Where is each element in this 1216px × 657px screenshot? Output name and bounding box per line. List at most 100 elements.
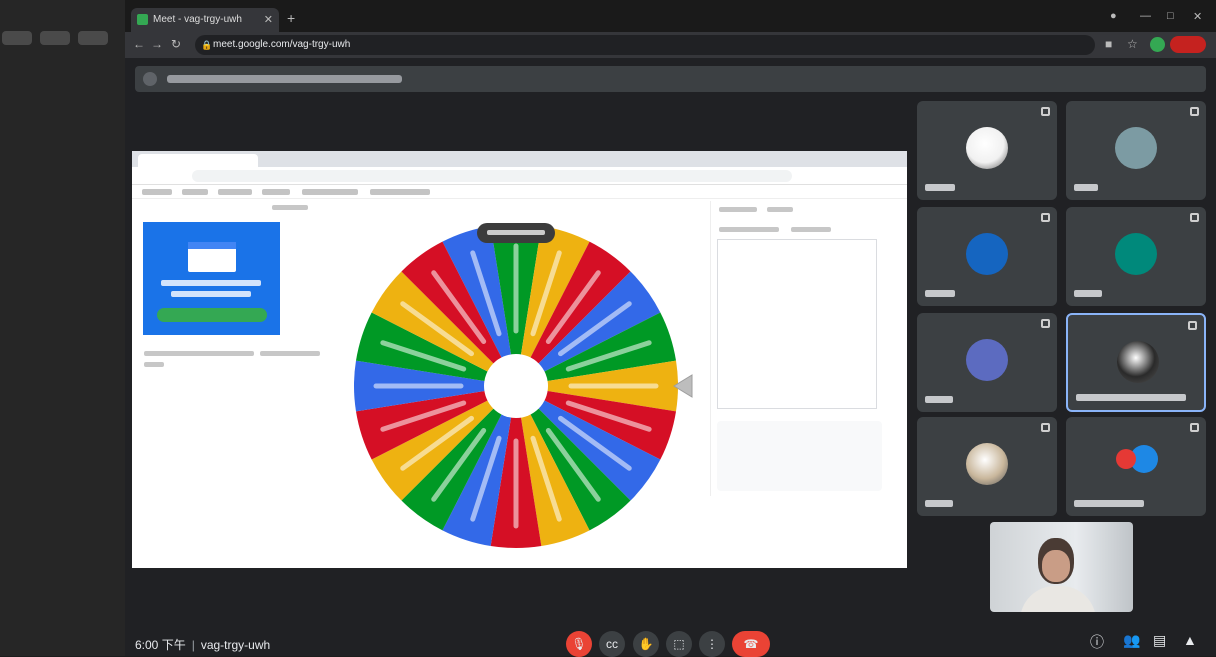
tab-title: Meet - vag-trgy-uwh: [153, 14, 242, 25]
self-face: [1042, 550, 1070, 582]
avatar: [966, 233, 1008, 275]
avatar: [1115, 127, 1157, 169]
avatar: [1117, 341, 1159, 383]
page-text-line: [144, 362, 164, 367]
avatar: [966, 443, 1008, 485]
participant-name: [1076, 394, 1186, 401]
info-icon[interactable]: ⓘ: [1090, 632, 1104, 652]
profile-avatar[interactable]: [1150, 37, 1165, 52]
side-button[interactable]: [78, 31, 108, 45]
self-view-video[interactable]: [990, 522, 1133, 612]
page-text-line: [144, 351, 254, 356]
bookmark-item: [182, 189, 208, 195]
bookmark-item: [370, 189, 430, 195]
participant-name: [1074, 184, 1098, 191]
side-button[interactable]: [2, 31, 32, 45]
participant-name: [925, 500, 953, 507]
url-field[interactable]: 🔒 meet.google.com/vag-trgy-uwh: [195, 35, 1095, 55]
tile-options-icon[interactable]: [1041, 107, 1050, 116]
wheel-menu-item: [272, 205, 308, 210]
avatar: [1115, 233, 1157, 275]
entries-panel: [710, 201, 895, 496]
sort-button[interactable]: [791, 227, 831, 232]
meeting-info: 6:00 下午 | vag-trgy-uwh: [135, 638, 271, 652]
side-button[interactable]: [40, 31, 70, 45]
activities-icon[interactable]: ▲: [1183, 632, 1197, 648]
minimize-icon[interactable]: —: [1140, 10, 1151, 22]
url-text: meet.google.com/vag-trgy-uwh: [213, 39, 351, 50]
more-options-icon[interactable]: ⋮: [699, 631, 725, 657]
raise-hand-icon[interactable]: ✋: [633, 631, 659, 657]
avatar: [1116, 449, 1136, 469]
participant-tile[interactable]: [917, 313, 1057, 412]
camera-indicator-icon[interactable]: ■: [1105, 37, 1112, 51]
maximize-icon[interactable]: □: [1167, 10, 1174, 22]
avatar: [966, 339, 1008, 381]
update-badge[interactable]: [1170, 36, 1206, 53]
address-bar-row: ← → ↻ 🔒 meet.google.com/vag-trgy-uwh ■ ☆: [125, 32, 1216, 58]
reload-icon[interactable]: ↻: [171, 37, 181, 51]
participant-name: [925, 290, 955, 297]
tile-options-icon[interactable]: [1041, 213, 1050, 222]
participant-tile[interactable]: [1066, 313, 1206, 412]
browser-tab[interactable]: Meet - vag-trgy-uwh ✕: [131, 8, 279, 32]
wheel-pointer-icon: [673, 374, 693, 398]
wheel-svg[interactable]: [351, 221, 681, 551]
present-icon[interactable]: ⬚: [666, 631, 692, 657]
new-tab-icon[interactable]: +: [287, 10, 295, 26]
participant-tile[interactable]: [1066, 101, 1206, 200]
forward-icon[interactable]: →: [151, 37, 163, 51]
bookmark-item: [262, 189, 290, 195]
back-icon[interactable]: ←: [133, 37, 145, 51]
mic-off-icon[interactable]: 🎙: [566, 631, 592, 657]
side-window: [0, 0, 125, 656]
presenter-avatar: [143, 72, 157, 86]
participant-tile[interactable]: [917, 207, 1057, 306]
tile-options-icon[interactable]: [1041, 423, 1050, 432]
current-time: 6:00 下午: [135, 638, 186, 652]
wheel-of-names[interactable]: [351, 221, 681, 551]
shared-toolbar: [132, 167, 907, 185]
participant-name: [1074, 290, 1102, 297]
ad-button: [157, 308, 267, 322]
participant-name: [1074, 500, 1144, 507]
shared-screen: [132, 151, 907, 568]
tab-search-icon[interactable]: ●: [1110, 10, 1117, 22]
entries-tab[interactable]: [719, 207, 757, 212]
entries-textarea[interactable]: [717, 239, 877, 409]
people-icon[interactable]: 👥: [1123, 632, 1140, 649]
wheel-center[interactable]: [484, 354, 548, 418]
participant-tile[interactable]: [1066, 417, 1206, 516]
tile-options-icon[interactable]: [1190, 423, 1199, 432]
close-window-icon[interactable]: ✕: [1193, 10, 1202, 23]
ad-text-line: [161, 280, 261, 286]
ad-illustration: [188, 242, 236, 272]
page-link: [260, 351, 320, 356]
tile-options-icon[interactable]: [1188, 321, 1197, 330]
tile-options-icon[interactable]: [1190, 107, 1199, 116]
participant-tile[interactable]: [917, 417, 1057, 516]
lock-icon: 🔒: [201, 40, 213, 50]
chat-icon[interactable]: ▤: [1153, 632, 1166, 649]
bookmark-item: [142, 189, 172, 195]
bookmark-star-icon[interactable]: ☆: [1127, 37, 1138, 51]
tile-options-icon[interactable]: [1041, 319, 1050, 328]
shared-bookmarks-bar: [132, 185, 907, 199]
results-tab[interactable]: [767, 207, 793, 212]
bookmark-item: [218, 189, 252, 195]
tile-options-icon[interactable]: [1190, 213, 1199, 222]
end-call-icon[interactable]: ☎: [732, 631, 770, 657]
presenting-label: [167, 75, 402, 83]
avatar: [966, 127, 1008, 169]
shared-tab-strip: [132, 151, 907, 167]
participant-tile[interactable]: [917, 101, 1057, 200]
bookmark-item: [302, 189, 358, 195]
info-box: [717, 421, 882, 491]
self-body: [1020, 586, 1096, 612]
close-tab-icon[interactable]: ✕: [264, 8, 273, 32]
participant-name: [925, 396, 953, 403]
shuffle-button[interactable]: [719, 227, 779, 232]
captions-icon[interactable]: cc: [599, 631, 625, 657]
browser-window: Meet - vag-trgy-uwh ✕ + ● — □ ✕ ← → ↻ 🔒 …: [125, 0, 1216, 657]
participant-tile[interactable]: [1066, 207, 1206, 306]
